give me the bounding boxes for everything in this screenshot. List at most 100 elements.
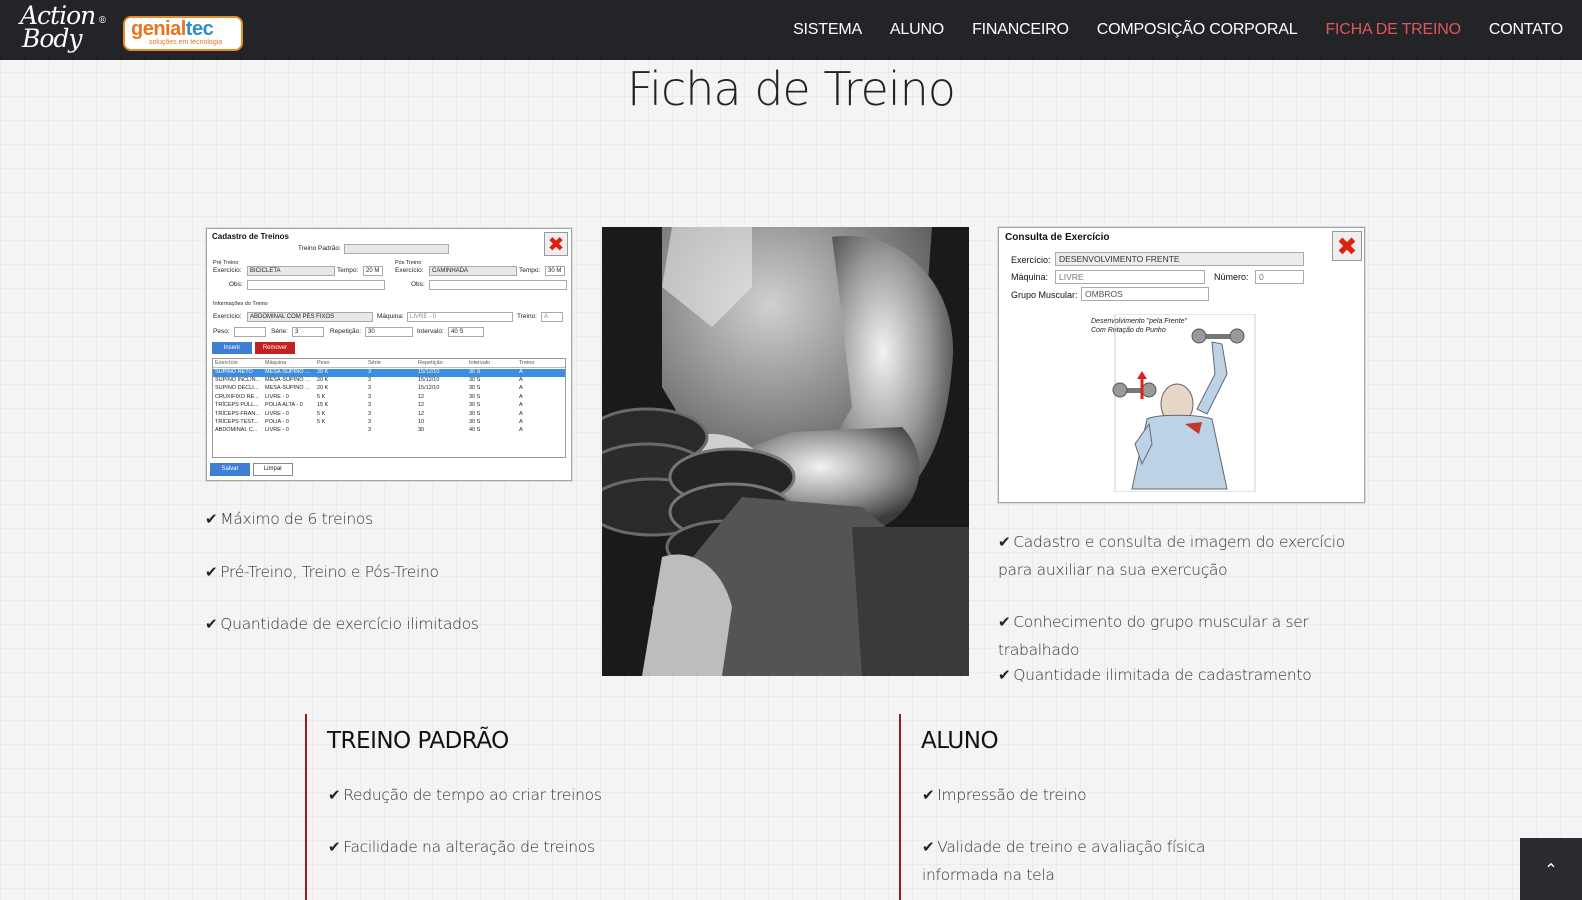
table-cell: MESA-SUPINO ... — [265, 368, 310, 375]
table-cell: Série — [368, 360, 381, 366]
list-item: ✔ Redução de tempo ao criar treinos — [328, 786, 602, 804]
table-cell: 30 S — [469, 410, 481, 417]
check-icon: ✔ — [922, 838, 935, 856]
table-cell: A — [519, 385, 523, 392]
table-cell: ABDOMINAL C... — [215, 427, 258, 434]
table-cell: SUPINO INCLIN... — [215, 376, 261, 383]
table-cell: MESA-SUPINO ... — [265, 385, 310, 392]
list-item: ✔ Impressão de treino — [922, 786, 1087, 804]
table-cell: 15 K — [317, 402, 329, 409]
table-cell: 5 K — [317, 410, 326, 417]
table-cell: POLIA ALTA - 0 — [265, 402, 303, 409]
maquina-field: LIVRE - 0 — [407, 312, 513, 322]
intervalo-label: Intervalo: — [417, 328, 444, 335]
table-cell: Máquina — [265, 360, 287, 366]
nav-ficha-de-treino[interactable]: FICHA DE TREINO — [1325, 21, 1461, 39]
treino-label: Treino: — [517, 313, 537, 320]
scroll-to-top-button[interactable]: ⌃ — [1520, 838, 1582, 900]
grupo-muscular-label: Grupo Muscular: — [1011, 290, 1078, 300]
table-cell: 15/12/10 — [418, 368, 440, 375]
treino-padrao-title: TREINO PADRÃO — [327, 728, 509, 754]
treinos-table: Exercício Máquina Peso Série Repetição Interv… — [212, 358, 566, 458]
left-feature-list: ✔ Máximo de 6 treinos — [205, 505, 373, 533]
table-cell: Peso — [317, 360, 330, 366]
nav-composicao-corporal[interactable]: COMPOSIÇÃO CORPORAL — [1097, 21, 1298, 39]
check-icon: ✔ — [328, 786, 341, 804]
right-feature-list-3: ✔ Quantidade ilimitada de cadastramento — [998, 661, 1358, 689]
exercicio-select: ABDOMINAL COM PÉS FIXOS — [247, 312, 373, 322]
left-feature-list-2: ✔ Pré-Treino, Treino e Pós-Treino — [205, 558, 439, 586]
table-cell: LIVRE - 0 — [265, 410, 289, 417]
table-cell: 20 K — [317, 368, 329, 375]
table-cell: 30 S — [469, 385, 481, 392]
nav-aluno[interactable]: ALUNO — [890, 21, 944, 39]
check-icon: ✔ — [998, 533, 1011, 551]
pos-obs-field — [429, 280, 567, 290]
bodybuilder-photo — [602, 227, 969, 676]
top-navbar: Action Body ® genialtec soluções em tecn… — [0, 0, 1582, 60]
table-row: TRÍCEPS FRAN... LIVRE - 0 5 K 3 12 30 S A — [213, 411, 565, 419]
table-cell: A — [519, 418, 523, 425]
consulta-maquina-field: LIVRE — [1055, 270, 1205, 284]
table-cell: 12 — [418, 410, 425, 417]
peso-field — [234, 327, 266, 337]
pos-exercicio-select: CAMINHADA — [429, 266, 517, 276]
table-cell: 30 S — [469, 402, 481, 409]
table-cell: 15/12/10 — [418, 385, 440, 392]
table-cell: 3 — [368, 418, 372, 425]
list-item: ✔ Validade de treino e avaliação física i… — [922, 838, 1206, 884]
nav-contato[interactable]: CONTATO — [1489, 21, 1563, 39]
treino-field: A — [541, 312, 563, 322]
table-cell: 12 — [418, 402, 425, 409]
check-icon: ✔ — [328, 838, 341, 856]
repeticao-label: Repetição: — [330, 328, 362, 335]
check-icon: ✔ — [998, 666, 1011, 684]
pre-exercicio-select: BICICLETA — [247, 266, 335, 276]
list-item: ✔ Máximo de 6 treinos — [205, 510, 373, 528]
table-cell: 3 — [368, 393, 372, 400]
remover-button: Remover — [255, 342, 295, 354]
limpar-button: Limpar — [253, 463, 293, 476]
chevron-up-icon: ⌃ — [1544, 859, 1558, 879]
aluno-title: ALUNO — [921, 728, 999, 754]
serie-label: Série: — [271, 328, 288, 335]
list-item: ✔ Cadastro e consulta de imagem do exercí… — [998, 533, 1345, 579]
table-cell: 10 — [418, 418, 425, 425]
anatomy-figure-icon — [1112, 314, 1256, 492]
partner-name-a: genial — [131, 18, 186, 40]
table-cell: LIVRE - 0 — [265, 427, 289, 434]
genialtec-logo[interactable]: genialtec soluções em tecnologia — [123, 16, 243, 51]
logo-text-line2: Body — [22, 24, 83, 53]
nav-sistema[interactable]: SISTEMA — [793, 21, 862, 39]
nav-financeiro[interactable]: FINANCEIRO — [972, 21, 1069, 39]
table-cell: LIVRE - 0 — [265, 393, 289, 400]
logo-registered-mark: ® — [98, 16, 107, 26]
partner-tagline: soluções em tecnologia — [149, 39, 223, 46]
table-cell: 20 K — [317, 376, 329, 383]
bodybuilder-illustration — [602, 227, 969, 676]
list-item: ✔ Quantidade ilimitada de cadastramento — [998, 666, 1312, 684]
close-icon: ✖ — [544, 232, 568, 256]
pos-tempo-label: Tempo: — [519, 267, 541, 274]
consulta-exercicio-label: Exercício: — [1011, 255, 1051, 265]
table-cell: CRUXIFIXO RE... — [215, 393, 259, 400]
table-cell: A — [519, 393, 523, 400]
serie-field: 3 — [292, 327, 324, 337]
treino-padrao-select — [344, 244, 449, 254]
pos-treino-label: Pós Treino — [395, 260, 422, 266]
right-feature-list: ✔ Cadastro e consulta de imagem do exercí… — [998, 528, 1358, 584]
info-treino-label: Informações do Treino — [213, 301, 268, 307]
partner-name-b: tec — [185, 18, 214, 40]
table-cell: 3 — [368, 368, 372, 375]
table-row: SUPINO INCLIN... MESA-SUPINO ... 20 K 3 15/1… — [213, 377, 565, 385]
pre-tempo-field: 20 M — [363, 266, 383, 276]
consulta-title: Consulta de Exercício — [1005, 232, 1110, 243]
check-icon: ✔ — [205, 563, 218, 581]
table-cell: 15/12/10 — [418, 376, 440, 383]
action-body-logo[interactable]: Action Body ® — [20, 3, 110, 58]
repeticao-field: 30 — [365, 327, 413, 337]
table-cell: Exercício — [215, 360, 238, 366]
table-row: TRÍCEPS PULL... POLIA ALTA - 0 15 K 3 12 30 S… — [213, 402, 565, 410]
table-cell: TRÍCEPS TEST... — [215, 418, 259, 425]
pre-obs-field — [247, 280, 385, 290]
